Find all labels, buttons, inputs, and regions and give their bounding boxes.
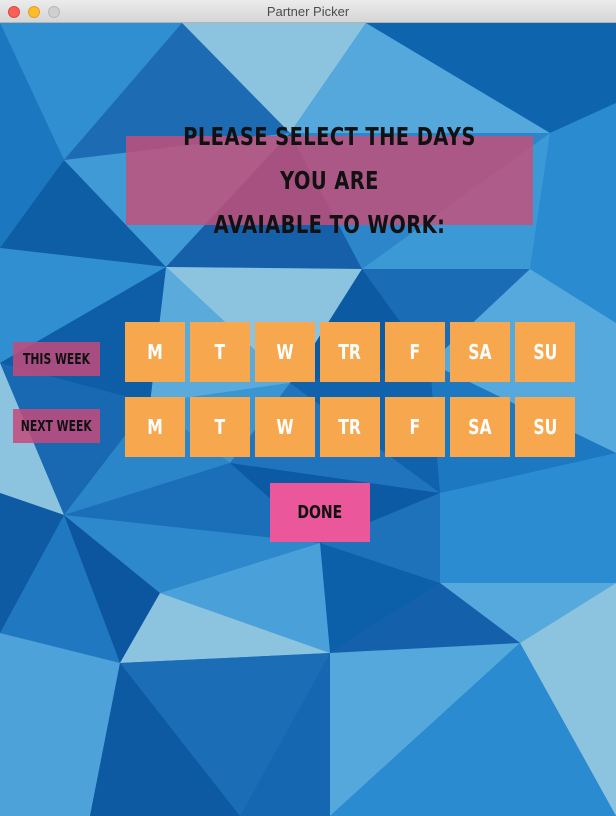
window-title: Partner Picker (266, 4, 350, 19)
day-label: T (214, 340, 226, 364)
next-week-day-tr-button[interactable]: TR (320, 397, 380, 457)
next-week-day-sa-button[interactable]: SA (450, 397, 510, 457)
this-week-label-text: THIS WEEK (22, 350, 91, 368)
next-week-day-w-button[interactable]: W (255, 397, 315, 457)
this-week-day-m-button[interactable]: M (125, 322, 185, 382)
next-week-day-m-button[interactable]: M (125, 397, 185, 457)
this-week-day-w-button[interactable]: W (255, 322, 315, 382)
next-week-label-text: NEXT WEEK (21, 417, 92, 435)
next-week-day-f-button[interactable]: F (385, 397, 445, 457)
this-week-day-tr-button[interactable]: TR (320, 322, 380, 382)
done-button-label: DONE (297, 502, 343, 523)
day-label: W (276, 415, 294, 439)
day-label: TR (338, 415, 362, 439)
this-week-label: THIS WEEK (13, 342, 100, 376)
day-label: TR (338, 340, 362, 364)
next-week-day-su-button[interactable]: SU (515, 397, 575, 457)
day-label: SU (533, 415, 557, 439)
this-week-day-t-button[interactable]: T (190, 322, 250, 382)
day-label: SA (468, 415, 492, 439)
day-label: T (214, 415, 226, 439)
day-label: M (147, 340, 163, 364)
day-label: SA (468, 340, 492, 364)
instruction-text: PLEASE SELECT THE DAYS YOU ARE AVAIABLE … (183, 121, 476, 239)
next-week-day-t-button[interactable]: T (190, 397, 250, 457)
next-week-days: M T W TR F SA SU (125, 397, 575, 457)
app-window: Partner Picker PLEASE SELECT THE DAYS YO… (0, 0, 616, 816)
done-button[interactable]: DONE (270, 483, 370, 542)
title-bar: Partner Picker (0, 0, 616, 23)
day-label: W (276, 340, 294, 364)
day-label: F (409, 415, 421, 439)
this-week-day-f-button[interactable]: F (385, 322, 445, 382)
day-label: M (147, 415, 163, 439)
next-week-label: NEXT WEEK (13, 409, 100, 443)
this-week-days: M T W TR F SA SU (125, 322, 575, 382)
day-label: F (409, 340, 421, 364)
instruction-banner: PLEASE SELECT THE DAYS YOU ARE AVAIABLE … (126, 122, 533, 239)
this-week-day-sa-button[interactable]: SA (450, 322, 510, 382)
this-week-day-su-button[interactable]: SU (515, 322, 575, 382)
day-label: SU (533, 340, 557, 364)
